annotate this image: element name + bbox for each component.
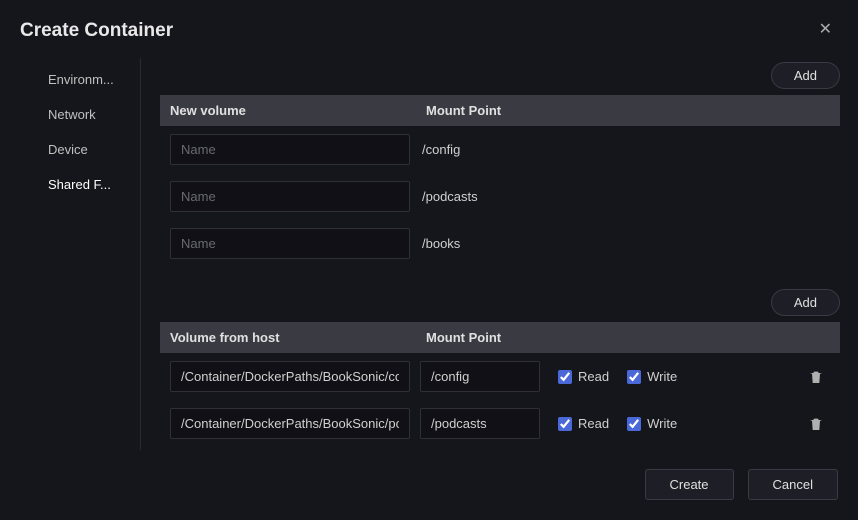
host-path-input[interactable] <box>170 361 410 392</box>
header-volume-from-host: Volume from host <box>170 330 426 345</box>
read-label: Read <box>578 416 609 431</box>
host-volume-row: Read Write <box>160 447 840 455</box>
write-perm[interactable]: Write <box>627 369 677 384</box>
create-button[interactable]: Create <box>645 469 734 500</box>
host-volume-section: Add Volume from host Mount Point Read <box>160 289 840 455</box>
mount-point-value: /config <box>420 142 460 157</box>
delete-row-button[interactable] <box>808 369 824 385</box>
trash-icon <box>808 372 824 389</box>
host-volume-row: Read Write <box>160 400 840 447</box>
mount-point-value: /podcasts <box>420 189 478 204</box>
sidebar: Environm... Network Device Shared F... <box>0 56 140 455</box>
write-label: Write <box>647 416 677 431</box>
close-icon[interactable]: ✕ <box>813 20 838 40</box>
trash-icon <box>808 419 824 436</box>
volume-name-input[interactable] <box>170 134 410 165</box>
mount-point-value: /books <box>420 236 460 251</box>
write-checkbox[interactable] <box>627 417 641 431</box>
perm-group: Read Write <box>558 416 677 431</box>
header-new-volume: New volume <box>170 103 426 118</box>
write-checkbox[interactable] <box>627 370 641 384</box>
sidebar-item-label: Environm... <box>48 72 114 87</box>
new-volume-header: New volume Mount Point <box>160 95 840 126</box>
sidebar-divider <box>140 58 141 450</box>
sidebar-item-shared-folders[interactable]: Shared F... <box>0 167 140 202</box>
modal-body: Environm... Network Device Shared F... A… <box>0 56 858 455</box>
sidebar-item-label: Shared F... <box>48 177 111 192</box>
delete-row-button[interactable] <box>808 416 824 432</box>
modal-header: Create Container ✕ <box>0 0 858 56</box>
sidebar-item-device[interactable]: Device <box>0 132 140 167</box>
host-path-input[interactable] <box>170 408 410 439</box>
sidebar-item-network[interactable]: Network <box>0 97 140 132</box>
read-checkbox[interactable] <box>558 417 572 431</box>
read-checkbox[interactable] <box>558 370 572 384</box>
cancel-button[interactable]: Cancel <box>748 469 838 500</box>
read-label: Read <box>578 369 609 384</box>
write-perm[interactable]: Write <box>627 416 677 431</box>
volume-name-input[interactable] <box>170 228 410 259</box>
create-container-modal: Create Container ✕ Environm... Network D… <box>0 0 858 520</box>
header-mount-point: Mount Point <box>426 330 830 345</box>
read-perm[interactable]: Read <box>558 416 609 431</box>
sidebar-item-label: Device <box>48 142 88 157</box>
read-perm[interactable]: Read <box>558 369 609 384</box>
volume-name-input[interactable] <box>170 181 410 212</box>
new-volume-row: /config <box>160 126 840 173</box>
write-label: Write <box>647 369 677 384</box>
header-mount-point: Mount Point <box>426 103 830 118</box>
host-volume-row: Read Write <box>160 353 840 400</box>
add-new-volume-button[interactable]: Add <box>771 62 840 89</box>
new-volume-row: /books <box>160 220 840 267</box>
sidebar-item-environment[interactable]: Environm... <box>0 62 140 97</box>
content-pane: Add New volume Mount Point /config /podc… <box>140 56 840 455</box>
host-volume-header: Volume from host Mount Point <box>160 322 840 353</box>
mount-point-input[interactable] <box>420 361 540 392</box>
modal-footer: Create Cancel <box>0 455 858 520</box>
add-host-volume-button[interactable]: Add <box>771 289 840 316</box>
modal-title: Create Container <box>20 20 173 42</box>
new-volume-section: Add New volume Mount Point /config /podc… <box>160 62 840 267</box>
sidebar-item-label: Network <box>48 107 96 122</box>
new-volume-row: /podcasts <box>160 173 840 220</box>
perm-group: Read Write <box>558 369 677 384</box>
mount-point-input[interactable] <box>420 408 540 439</box>
